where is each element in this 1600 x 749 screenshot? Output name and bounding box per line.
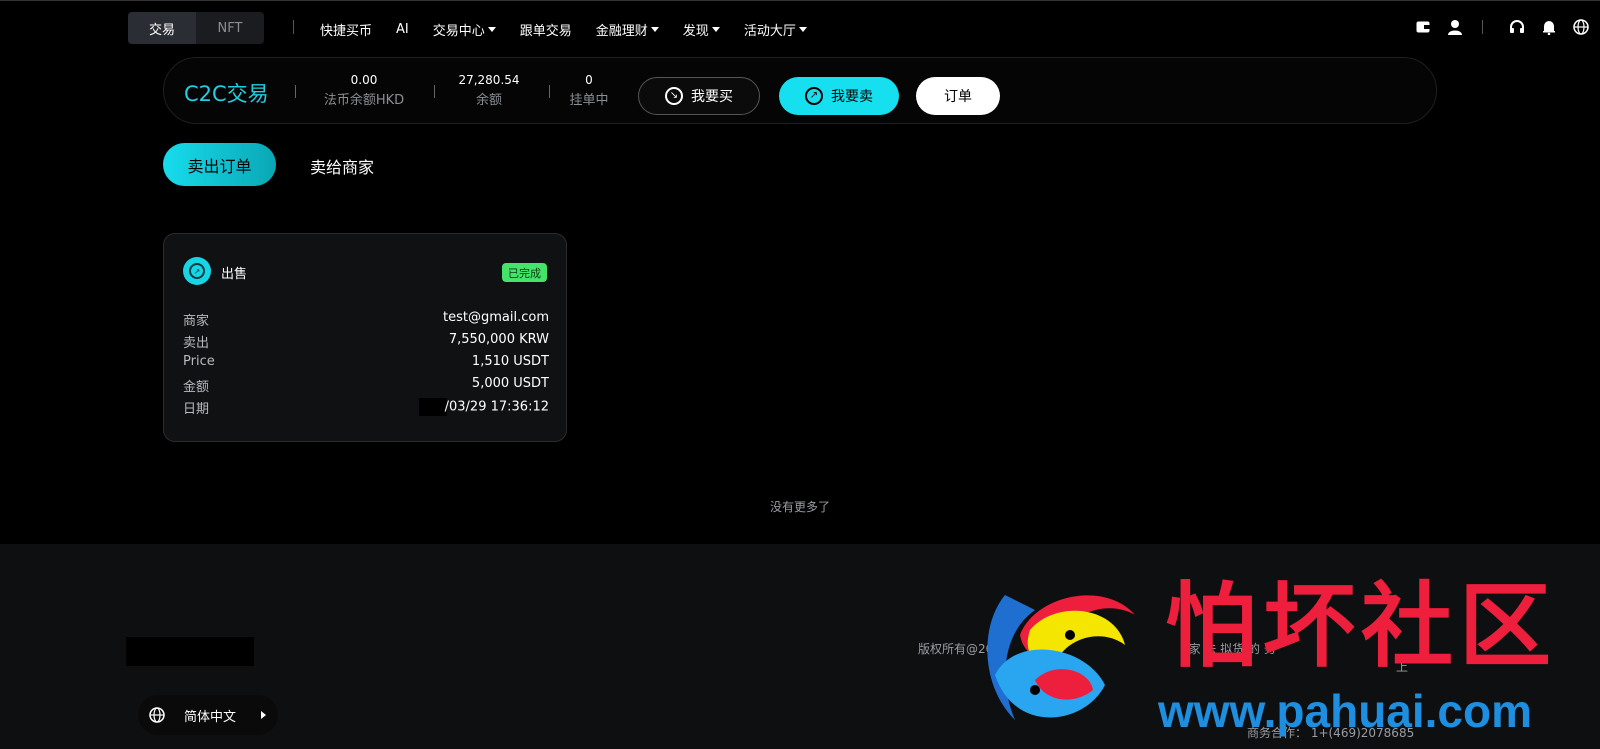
nav-item-finance[interactable]: 金融理财: [596, 20, 659, 39]
sell-icon: ↗: [183, 257, 211, 285]
order-row-price: Price 1,510 USDT: [183, 354, 549, 369]
fiat-balance: 0.00 法币余额HKD: [319, 73, 409, 108]
nav-item-copy-trade[interactable]: 跟单交易: [520, 20, 572, 39]
status-badge: 已完成: [502, 263, 547, 282]
buy-button-label: 我要买: [691, 89, 733, 105]
nav-item-quick-buy[interactable]: 快捷买币: [320, 20, 372, 39]
nav-menu: 快捷买币 AI 交易中心 跟单交易 金融理财 发现 活动大厅: [320, 1, 807, 57]
row-label: 卖出: [183, 336, 210, 351]
pending-label: 挂单中: [569, 93, 609, 108]
tab-sell-to-merchant[interactable]: 卖给商家: [310, 154, 374, 178]
balance-label: 余额: [475, 93, 502, 108]
fiat-balance-label: 法币余额HKD: [323, 93, 405, 108]
nav-item-discover[interactable]: 发现: [683, 20, 720, 39]
sell-button-label: 我要卖: [831, 89, 873, 105]
buy-button[interactable]: ↘ 我要买: [638, 77, 760, 115]
arrow-up-right-icon: ↗: [805, 87, 823, 105]
redaction-block: [418, 398, 447, 416]
tab-sell-orders[interactable]: 卖出订单: [163, 143, 276, 186]
chevron-down-icon: [487, 26, 496, 32]
headset-icon[interactable]: [1508, 18, 1526, 36]
nav-divider: [293, 20, 294, 34]
footer-logo-redacted: [126, 637, 254, 666]
user-icon[interactable]: [1446, 18, 1464, 36]
order-type: 出售: [221, 267, 248, 282]
order-row-sold: 卖出 7,550,000 KRW: [183, 332, 549, 351]
c2c-summary-bar: C2C交易 0.00 法币余额HKD 27,280.54 余额 0 挂单中 ↘ …: [163, 57, 1437, 124]
row-label: 商家: [183, 314, 210, 329]
chevron-down-icon: [798, 26, 807, 32]
divider: [295, 85, 296, 98]
sell-button[interactable]: ↗ 我要卖: [779, 77, 899, 115]
row-value: 5,000 USDT: [471, 376, 549, 391]
watermark-url: www.pahuai.com: [1158, 685, 1533, 737]
end-of-list-text: 没有更多了: [769, 500, 830, 514]
mode-tab-nft[interactable]: NFT: [196, 12, 264, 44]
orders-button[interactable]: 订单: [916, 77, 1000, 115]
row-value: /03/29 17:36:12: [444, 399, 549, 415]
balance: 27,280.54 余额: [444, 73, 534, 108]
nav-account-icons: [1414, 18, 1464, 36]
row-label: Price: [183, 354, 215, 369]
nav-divider: [1482, 20, 1483, 34]
chevron-down-icon: [711, 26, 720, 32]
bell-icon[interactable]: [1540, 18, 1558, 36]
globe-icon: [148, 706, 166, 724]
nav-item-trade-center[interactable]: 交易中心: [433, 20, 496, 39]
balance-value: 27,280.54: [458, 73, 520, 87]
watermark-title: 怕坏社区: [1165, 572, 1558, 680]
language-label: 简体中文: [184, 709, 237, 725]
nav-utility-icons: [1508, 18, 1590, 36]
mode-switch: 交易 NFT: [128, 12, 264, 44]
arrow-down-right-icon: ↘: [665, 87, 683, 105]
globe-icon[interactable]: [1572, 18, 1590, 36]
page-title: C2C交易: [184, 82, 269, 106]
row-label: 日期: [183, 402, 210, 417]
order-card[interactable]: ↗ 出售 已完成 商家 test@gmail.com 卖出 7,550,000 …: [163, 233, 567, 442]
row-value: 7,550,000 KRW: [448, 332, 549, 347]
row-label: 金额: [183, 380, 210, 395]
chevron-down-icon: [650, 26, 659, 32]
nav-item-events[interactable]: 活动大厅: [744, 20, 807, 39]
divider: [549, 85, 550, 98]
order-row-date: 日期 /03/29 17:36:12: [183, 398, 549, 417]
order-row-merchant: 商家 test@gmail.com: [183, 310, 549, 329]
row-value: test@gmail.com: [443, 310, 549, 325]
row-value-wrap: /03/29 17:36:12: [418, 398, 549, 417]
mode-tab-trade[interactable]: 交易: [128, 12, 196, 44]
watermark-fish-logo: [987, 595, 1135, 720]
divider: [434, 85, 435, 98]
nav-item-ai[interactable]: AI: [396, 22, 409, 37]
chevron-right-icon: [261, 711, 266, 719]
fiat-balance-value: 0.00: [350, 73, 378, 87]
wallet-icon[interactable]: [1414, 18, 1432, 36]
row-value: 1,510 USDT: [471, 354, 549, 369]
pending-value: 0: [585, 73, 593, 87]
orders-button-label: 订单: [944, 89, 972, 105]
pending-orders: 0 挂单中: [559, 73, 619, 108]
language-selector[interactable]: 简体中文: [138, 695, 278, 735]
top-nav: 交易 NFT 快捷买币 AI 交易中心 跟单交易 金融理财 发现 活动大厅: [0, 0, 1600, 56]
order-row-amount: 金额 5,000 USDT: [183, 376, 549, 395]
